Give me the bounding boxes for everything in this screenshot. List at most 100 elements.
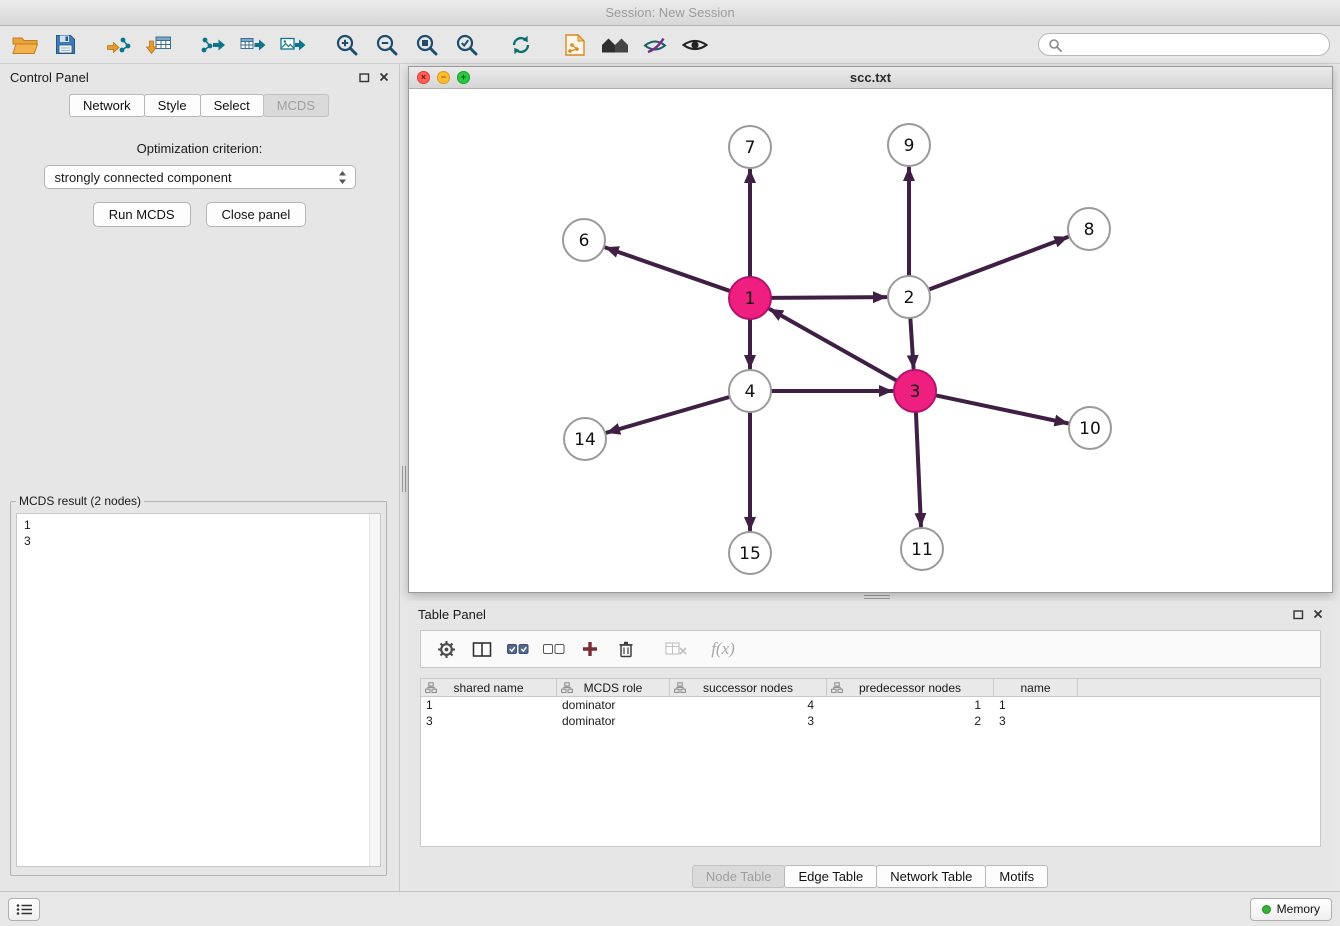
float-panel-button[interactable] xyxy=(359,72,370,83)
cell-mcds-role[interactable]: dominator xyxy=(557,697,670,713)
add-column-button[interactable] xyxy=(575,634,605,664)
column-header-predecessor-nodes[interactable]: predecessor nodes xyxy=(827,679,994,696)
folder-icon xyxy=(12,34,38,55)
graph-edge-3-10[interactable] xyxy=(936,395,1068,423)
table-row[interactable]: 3 dominator 3 2 3 xyxy=(421,713,1320,729)
graph-node-15[interactable]: 15 xyxy=(729,532,771,574)
graph-edge-1-6[interactable] xyxy=(606,248,730,291)
show-button[interactable] xyxy=(678,29,712,61)
hide-button[interactable] xyxy=(638,29,672,61)
zoom-in-button[interactable] xyxy=(330,29,364,61)
delete-column-button[interactable] xyxy=(611,634,641,664)
graph-node-7[interactable]: 7 xyxy=(729,126,771,168)
column-header-successor-nodes[interactable]: successor nodes xyxy=(670,679,827,696)
graph-node-8[interactable]: 8 xyxy=(1068,208,1110,250)
svg-text:2: 2 xyxy=(904,288,915,308)
maximize-window-button[interactable]: + xyxy=(457,71,470,84)
graph-node-11[interactable]: 11 xyxy=(901,528,943,570)
search-input[interactable] xyxy=(1067,37,1320,52)
table-settings-button[interactable] xyxy=(431,634,461,664)
graph-node-1[interactable]: 1 xyxy=(729,277,771,319)
svg-text:10: 10 xyxy=(1079,419,1101,439)
tab-node-table[interactable]: Node Table xyxy=(692,865,786,888)
deselect-all-button[interactable] xyxy=(539,634,569,664)
tab-style[interactable]: Style xyxy=(144,94,201,117)
close-panel-pushbutton[interactable]: Close panel xyxy=(206,202,307,227)
close-window-button[interactable]: × xyxy=(417,71,430,84)
import-table-button[interactable] xyxy=(142,29,176,61)
graph-node-3[interactable]: 3 xyxy=(894,370,936,412)
svg-text:11: 11 xyxy=(911,540,933,560)
memory-button[interactable]: Memory xyxy=(1250,898,1332,921)
tab-select[interactable]: Select xyxy=(200,94,264,117)
select-all-button[interactable] xyxy=(503,634,533,664)
cell-shared-name[interactable]: 3 xyxy=(421,713,557,729)
cell-predecessor-nodes[interactable]: 2 xyxy=(827,713,994,729)
result-item[interactable]: 1 xyxy=(24,517,373,533)
search-field[interactable] xyxy=(1038,33,1330,56)
export-network-icon xyxy=(200,34,226,56)
graph-edge-3-11[interactable] xyxy=(916,412,921,526)
close-table-panel-button[interactable] xyxy=(1313,609,1323,619)
network-view[interactable]: 7 9 6 8 1 2 4 3 14 10 15 11 xyxy=(409,90,1332,592)
cell-name[interactable]: 3 xyxy=(994,713,1078,729)
result-scrollbar[interactable] xyxy=(369,514,380,866)
graph-edge-1-2[interactable] xyxy=(771,297,886,298)
refresh-button[interactable] xyxy=(504,29,538,61)
graph-node-2[interactable]: 2 xyxy=(888,276,930,318)
run-mcds-button[interactable]: Run MCDS xyxy=(93,202,191,227)
task-list-icon xyxy=(16,903,33,916)
graph-edge-2-3[interactable] xyxy=(910,318,913,368)
graph-node-14[interactable]: 14 xyxy=(564,418,606,460)
tab-network-table[interactable]: Network Table xyxy=(876,865,986,888)
cell-shared-name[interactable]: 1 xyxy=(421,697,557,713)
home-button[interactable] xyxy=(598,29,632,61)
minimize-window-button[interactable]: − xyxy=(437,71,450,84)
mcds-result-list[interactable]: 1 3 xyxy=(16,513,381,867)
tab-mcds[interactable]: MCDS xyxy=(263,94,329,117)
graph-node-10[interactable]: 10 xyxy=(1069,407,1111,449)
cell-mcds-role[interactable]: dominator xyxy=(557,713,670,729)
column-header-shared-name[interactable]: shared name xyxy=(421,679,557,696)
tab-motifs[interactable]: Motifs xyxy=(985,865,1048,888)
network-window-titlebar[interactable]: scc.txt × − + xyxy=(409,67,1332,89)
cell-predecessor-nodes[interactable]: 1 xyxy=(827,697,994,713)
export-image-button[interactable] xyxy=(276,29,310,61)
table-row[interactable]: 1 dominator 4 1 1 xyxy=(421,697,1320,713)
graph-node-9[interactable]: 9 xyxy=(888,124,930,166)
close-panel-button[interactable] xyxy=(379,72,389,82)
zoom-out-button[interactable] xyxy=(370,29,404,61)
result-item[interactable]: 3 xyxy=(24,533,373,549)
save-button[interactable] xyxy=(48,29,82,61)
control-panel-tabs: Network Style Select MCDS xyxy=(0,94,399,117)
network-file-button[interactable] xyxy=(558,29,592,61)
graph-node-6[interactable]: 6 xyxy=(563,219,605,261)
graph-edge-4-14[interactable] xyxy=(607,397,730,433)
horizontal-splitter[interactable] xyxy=(408,593,1333,601)
column-type-icon xyxy=(831,682,843,694)
network-graph[interactable]: 7 9 6 8 1 2 4 3 14 10 15 11 xyxy=(409,90,1332,592)
cell-successor-nodes[interactable]: 4 xyxy=(670,697,827,713)
zoom-fit-button[interactable] xyxy=(410,29,444,61)
graph-node-4[interactable]: 4 xyxy=(729,370,771,412)
cell-name[interactable]: 1 xyxy=(994,697,1078,713)
tab-network[interactable]: Network xyxy=(69,94,145,117)
trash-icon xyxy=(617,639,635,659)
export-table-button[interactable] xyxy=(236,29,270,61)
zoom-selected-button[interactable] xyxy=(450,29,484,61)
graph-edge-3-1[interactable] xyxy=(770,309,897,380)
show-columns-button[interactable] xyxy=(467,634,497,664)
float-table-panel-button[interactable] xyxy=(1293,609,1304,620)
open-button[interactable] xyxy=(8,29,42,61)
cell-successor-nodes[interactable]: 3 xyxy=(670,713,827,729)
task-history-button[interactable] xyxy=(8,898,40,921)
graph-edge-2-8[interactable] xyxy=(929,237,1068,289)
tab-edge-table[interactable]: Edge Table xyxy=(784,865,877,888)
column-header-mcds-role[interactable]: MCDS role xyxy=(557,679,670,696)
export-network-button[interactable] xyxy=(196,29,230,61)
vertical-splitter[interactable] xyxy=(400,64,408,892)
import-network-button[interactable] xyxy=(102,29,136,61)
column-header-name[interactable]: name xyxy=(994,679,1078,696)
criterion-select[interactable]: strongly connected component xyxy=(44,165,356,189)
table-panel-title: Table Panel xyxy=(418,607,486,622)
